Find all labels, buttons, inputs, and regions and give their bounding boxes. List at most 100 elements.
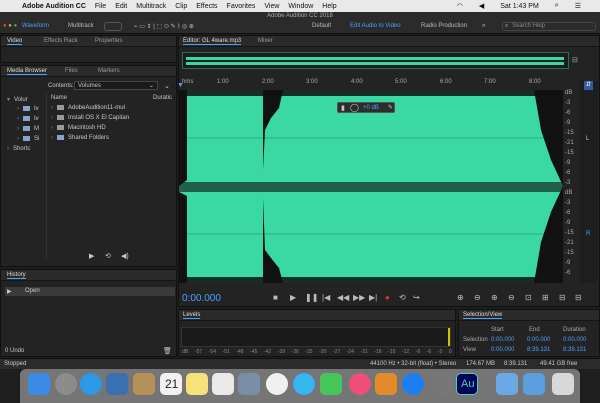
tab-media-browser[interactable]: Media Browser xyxy=(7,68,48,75)
column-duration[interactable]: Duratic xyxy=(153,95,172,101)
tab-effects-rack[interactable]: Effects Rack xyxy=(44,38,78,44)
contacts-icon[interactable] xyxy=(133,373,155,395)
zoom-in-amplitude-icon[interactable]: ⊕ xyxy=(457,293,464,302)
folder-icon[interactable] xyxy=(496,373,518,395)
downloads-icon[interactable] xyxy=(523,373,545,395)
record-button[interactable]: ● xyxy=(385,293,390,302)
selection-start[interactable]: 0:00.000 xyxy=(491,337,514,343)
safari-icon[interactable] xyxy=(80,373,102,395)
menu-edit[interactable]: Edit xyxy=(115,3,127,10)
workspace-radio-production[interactable]: Radio Production xyxy=(421,23,467,29)
tab-markers[interactable]: Markers xyxy=(98,68,120,74)
preview-icon[interactable] xyxy=(106,373,128,395)
maps-icon[interactable] xyxy=(238,373,260,395)
menu-app-name[interactable]: Adobe Audition CC xyxy=(22,3,86,10)
notes-icon[interactable] xyxy=(186,373,208,395)
skip-start-button[interactable]: |◀ xyxy=(322,293,330,302)
filter-icon[interactable]: ⌄ xyxy=(164,82,170,90)
skip-end-button[interactable]: ▶| xyxy=(369,293,377,302)
contents-select[interactable]: Volumes ⌄ xyxy=(74,81,158,90)
tab-multitrack[interactable]: Multitrack xyxy=(68,23,94,29)
channel-right[interactable]: R xyxy=(586,231,590,237)
messages-icon[interactable] xyxy=(293,373,315,395)
tree-item-volumes[interactable]: ▾ Volur xyxy=(7,96,28,103)
tab-waveform[interactable]: Waveform xyxy=(22,23,49,29)
volume-icon[interactable]: ◀ xyxy=(479,2,484,10)
hud-gain-control[interactable]: ▮ ◯ +0 dB ✎ xyxy=(337,102,395,113)
tab-levels[interactable]: Levels xyxy=(183,312,201,319)
view-end[interactable]: 8:39.131 xyxy=(527,347,550,353)
workspace-more-icon[interactable]: » xyxy=(482,23,485,29)
play-preview-icon[interactable]: ▶ xyxy=(89,252,94,260)
clock[interactable]: Sat 1:43 PM xyxy=(500,3,539,10)
menu-window[interactable]: Window xyxy=(288,3,313,10)
timeline-ruler[interactable]: hms 1:00 2:00 3:00 4:00 5:00 6:00 7:00 8… xyxy=(179,77,563,89)
tab-history[interactable]: History xyxy=(7,272,26,279)
list-item[interactable]: › Install OS X El Capitan xyxy=(51,115,129,124)
tab-video[interactable]: Video xyxy=(7,38,23,45)
channel-toggle-icon[interactable]: ⇵ xyxy=(584,81,593,90)
facetime-icon[interactable] xyxy=(320,373,342,395)
loop-icon[interactable]: ⟲ xyxy=(105,252,111,260)
tree-divider[interactable] xyxy=(46,93,47,258)
menu-effects[interactable]: Effects xyxy=(196,3,217,10)
finder-icon[interactable] xyxy=(28,373,50,395)
audition-icon[interactable]: Au xyxy=(456,373,478,395)
ibooks-icon[interactable] xyxy=(375,373,397,395)
tree-item[interactable]: › Iv xyxy=(17,106,39,112)
zoom-out-amplitude-icon[interactable]: ⊖ xyxy=(474,293,481,302)
menu-list-icon[interactable]: ☰ xyxy=(575,2,581,10)
play-button[interactable]: ▶ xyxy=(290,293,296,302)
zoom-full-icon[interactable]: ⊡ xyxy=(525,293,532,302)
list-item[interactable]: › Shared Folders xyxy=(51,135,109,144)
current-time[interactable]: 0:00.000 xyxy=(182,293,221,304)
zoom-in-time-icon[interactable]: ⊕ xyxy=(491,293,498,302)
app-store-icon[interactable] xyxy=(402,373,424,395)
tree-item[interactable]: › Iv xyxy=(17,116,39,122)
menu-multitrack[interactable]: Multitrack xyxy=(136,3,166,10)
overview-waveform[interactable] xyxy=(182,52,569,69)
skip-selection-button[interactable]: ↪ xyxy=(413,293,420,302)
selection-end[interactable]: 0:00.000 xyxy=(527,337,550,343)
column-name[interactable]: Name xyxy=(51,95,67,101)
channel-left[interactable]: L xyxy=(586,136,589,142)
zoom-out-full-icon[interactable]: ⊟ xyxy=(572,56,578,64)
toolset-icons[interactable]: ⌁ ▭ ⇕ | ⬚ ⬭ ✎ ⌇ ◎ ⊕ xyxy=(134,23,194,31)
trash-icon[interactable]: 🗑 xyxy=(163,347,172,355)
trash-dock-icon[interactable] xyxy=(552,373,574,395)
tree-item-shortcuts[interactable]: › Shortc xyxy=(7,146,30,152)
tab-selection-view[interactable]: Selection/View xyxy=(463,312,503,319)
tab-properties[interactable]: Properties xyxy=(95,38,122,44)
view-start[interactable]: 0:00.000 xyxy=(491,347,514,353)
history-item[interactable]: ▶ Open xyxy=(5,287,175,296)
tab-editor[interactable]: Editor: GL 4ware.mp3 xyxy=(183,38,242,45)
view-toggle[interactable] xyxy=(104,22,122,31)
tree-item[interactable]: › Si xyxy=(17,136,39,142)
forward-button[interactable]: ▶▶ xyxy=(353,293,365,302)
tab-files[interactable]: Files xyxy=(65,68,78,74)
window-controls[interactable]: ● ● ● xyxy=(3,23,17,29)
rewind-button[interactable]: ◀◀ xyxy=(337,293,349,302)
spotlight-icon[interactable]: ⌕ xyxy=(555,2,559,10)
menu-clip[interactable]: Clip xyxy=(175,3,187,10)
wifi-icon[interactable]: ◠ xyxy=(457,2,463,10)
selection-duration[interactable]: 0:00.000 xyxy=(563,337,586,343)
loop-button[interactable]: ⟲ xyxy=(399,293,406,302)
workspace-edit-audio-to-video[interactable]: Edit Audio to Video xyxy=(350,23,401,29)
tab-mixer[interactable]: Mixer xyxy=(258,38,273,44)
view-duration[interactable]: 8:39.131 xyxy=(563,347,586,353)
menu-file[interactable]: File xyxy=(95,3,106,10)
list-item[interactable]: › Macintosh HD xyxy=(51,125,106,134)
autoplay-icon[interactable]: ◀) xyxy=(121,252,129,260)
calendar-icon[interactable]: 21 xyxy=(160,373,182,395)
playhead-icon[interactable]: ▼ xyxy=(177,82,184,89)
system-preferences-icon[interactable] xyxy=(430,373,452,395)
zoom-selection-icon[interactable]: ⊞ xyxy=(542,293,549,302)
zoom-out-time-icon[interactable]: ⊖ xyxy=(508,293,515,302)
photos-icon[interactable] xyxy=(266,373,288,395)
itunes-icon[interactable] xyxy=(349,373,371,395)
waveform-display[interactable]: ▮ ◯ +0 dB ✎ xyxy=(179,90,563,283)
zoom-right-icon[interactable]: ⊟ xyxy=(575,293,582,302)
stop-button[interactable]: ■ xyxy=(273,293,278,302)
pause-button[interactable]: ❚❚ xyxy=(305,293,318,302)
